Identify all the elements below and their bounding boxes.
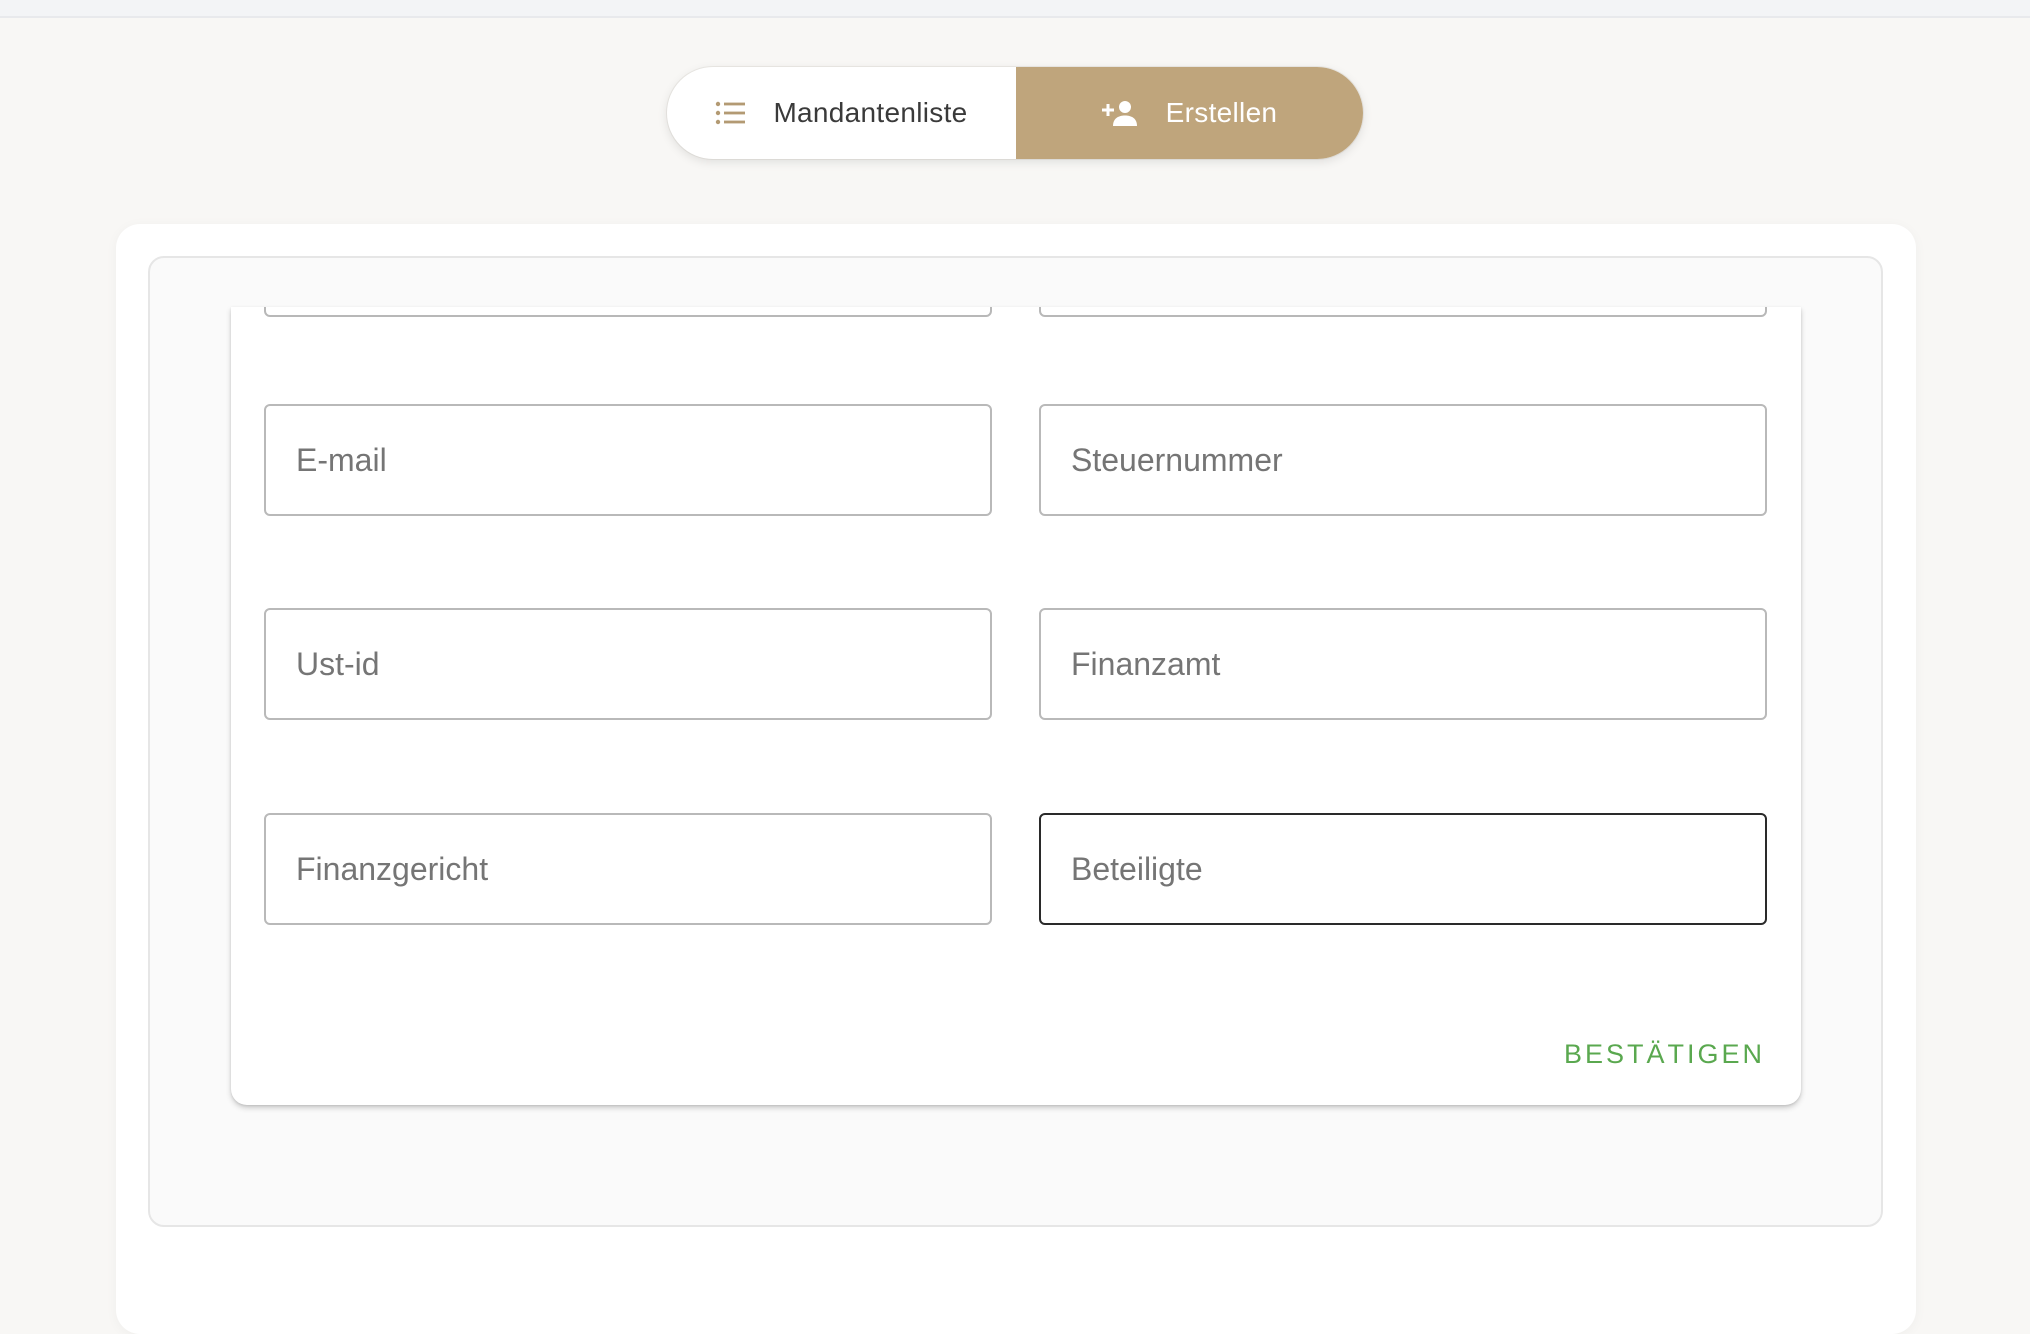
tax-number-field[interactable] bbox=[1039, 404, 1767, 516]
tab-mandantenliste-label: Mandantenliste bbox=[773, 97, 968, 128]
client-form: BESTÄTIGEN bbox=[231, 307, 1801, 1105]
vat-id-field[interactable] bbox=[264, 608, 992, 720]
tab-erstellen[interactable]: Erstellen bbox=[1016, 67, 1363, 159]
list-icon bbox=[715, 101, 746, 125]
tax-court-field[interactable] bbox=[264, 813, 992, 925]
confirm-button[interactable]: BESTÄTIGEN bbox=[1560, 1031, 1769, 1078]
view-toggle: Mandantenliste Erstellen bbox=[667, 67, 1363, 159]
person-add-icon bbox=[1101, 100, 1138, 126]
parties-field[interactable] bbox=[1039, 813, 1767, 925]
scrolled-field-right[interactable] bbox=[1039, 307, 1767, 317]
email-field[interactable] bbox=[264, 404, 992, 516]
top-app-bar bbox=[0, 0, 2030, 18]
scrolled-field-left[interactable] bbox=[264, 307, 992, 317]
tax-office-field[interactable] bbox=[1039, 608, 1767, 720]
tab-erstellen-label: Erstellen bbox=[1165, 97, 1278, 128]
tab-mandantenliste[interactable]: Mandantenliste bbox=[667, 67, 1016, 159]
